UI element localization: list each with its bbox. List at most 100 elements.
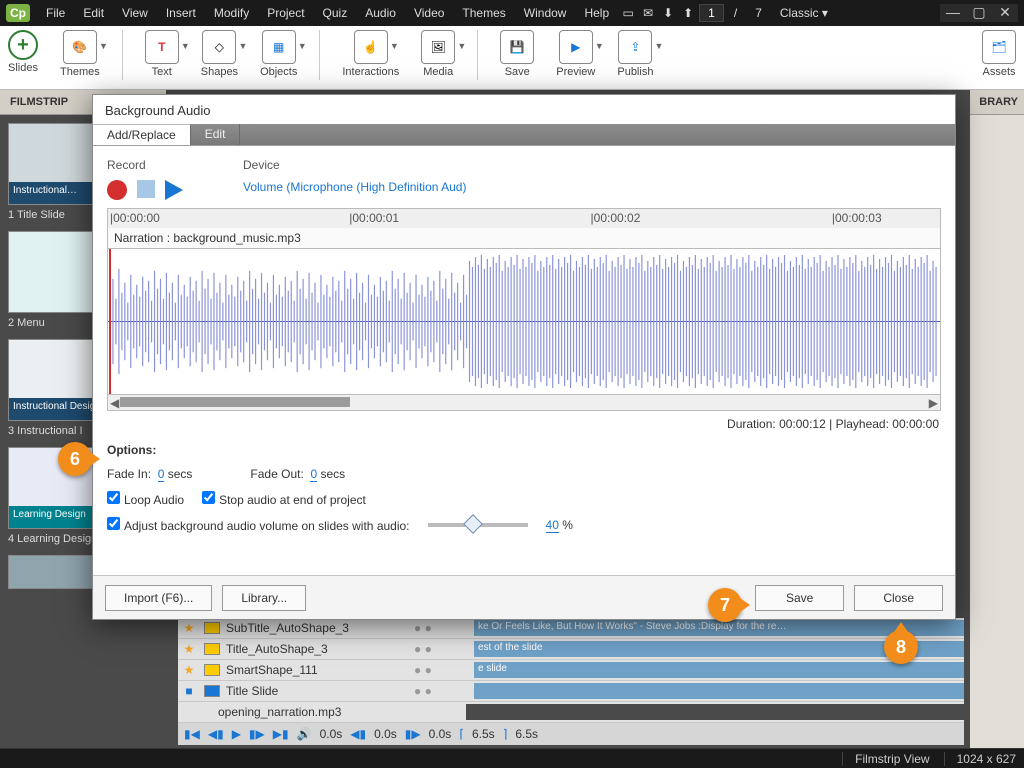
tl-stepback-icon[interactable]: ◀▮	[208, 727, 224, 741]
workspace-switcher[interactable]: Classic ▾	[772, 3, 836, 23]
page-sep: /	[726, 3, 745, 23]
volume-slider[interactable]	[428, 523, 528, 527]
ribbon-assets[interactable]: 🗂Assets	[982, 30, 1016, 78]
fade-in-value[interactable]: 0	[158, 467, 165, 482]
play-icon: ▶▼	[559, 30, 593, 64]
publish-icon: ⇪▼	[618, 30, 652, 64]
scroll-right-icon[interactable]: ▶	[929, 396, 938, 410]
menu-quiz[interactable]: Quiz	[315, 3, 356, 23]
status-dimensions: 1024 x 627	[944, 752, 1016, 766]
menu-insert[interactable]: Insert	[158, 3, 204, 23]
menu-audio[interactable]: Audio	[357, 3, 404, 23]
narration-label: Narration : background_music.mp3	[107, 228, 941, 249]
annotation-8: 8	[884, 630, 918, 664]
timeline-row[interactable]: ■Title Slide● ●	[178, 681, 964, 702]
playhead-cursor[interactable]	[109, 249, 111, 394]
stop-audio-checkbox[interactable]: Stop audio at end of project	[202, 491, 366, 507]
text-icon: T▼	[145, 30, 179, 64]
ribbon-interactions[interactable]: ☝▼Interactions	[342, 30, 399, 78]
waveform-display[interactable]	[107, 249, 941, 395]
ribbon-preview[interactable]: ▶▼Preview	[556, 30, 595, 78]
star-icon: ★	[178, 642, 200, 656]
close-button[interactable]: Close	[854, 585, 943, 611]
tab-edit[interactable]: Edit	[191, 124, 241, 145]
menu-view[interactable]: View	[114, 3, 156, 23]
scroll-left-icon[interactable]: ◀	[110, 396, 119, 410]
loop-audio-checkbox[interactable]: Loop Audio	[107, 491, 184, 507]
play-button[interactable]	[165, 180, 183, 200]
tl-speaker-icon[interactable]: 🔊	[297, 727, 312, 741]
assets-icon: 🗂	[982, 30, 1016, 64]
dialog-footer: Import (F6)... Library... Save Close	[93, 575, 955, 619]
record-button[interactable]	[107, 180, 127, 200]
ribbon-objects[interactable]: ▦▼Objects	[260, 30, 297, 78]
screen-icon[interactable]: ▭	[619, 6, 637, 20]
plus-icon: +	[8, 30, 38, 60]
status-bar: Filmstrip View 1024 x 627	[0, 748, 1024, 768]
tl-bracket-l-icon[interactable]: ⌈	[459, 727, 464, 741]
options-heading: Options:	[107, 443, 941, 457]
waveform-ruler: |00:00:00 |00:00:01 |00:00:02 |00:00:03	[107, 208, 941, 228]
ribbon-shapes[interactable]: ◇▼Shapes	[201, 30, 238, 78]
ribbon-slides[interactable]: +Slides	[8, 30, 38, 74]
tl-bracket-r-icon[interactable]: ⌉	[503, 727, 508, 741]
volume-percent[interactable]: 40	[546, 518, 559, 533]
status-view: Filmstrip View	[842, 752, 929, 766]
menu-bar: Cp File Edit View Insert Modify Project …	[0, 0, 1024, 26]
timeline-controls: ▮◀ ◀▮ ▶ ▮▶ ▶▮ 🔊 0.0s ◀▮ 0.0s ▮▶ 0.0s ⌈ 6…	[178, 723, 964, 745]
upload-icon[interactable]: ⬆	[679, 6, 697, 20]
window-minimize[interactable]: —	[940, 4, 966, 22]
waveform-scrollbar[interactable]: ◀ ▶	[107, 395, 941, 411]
window-close[interactable]: ✕	[992, 4, 1018, 22]
page-current[interactable]: 1	[699, 4, 724, 22]
timeline-row[interactable]: ★SubTitle_AutoShape_3● ●ke Or Feels Like…	[178, 618, 964, 639]
library-header: BRARY	[970, 90, 1024, 115]
timeline-row[interactable]: ★Title_AutoShape_3● ●est of the slide	[178, 639, 964, 660]
tl-stepfwd-icon[interactable]: ▮▶	[249, 727, 265, 741]
tl-play-icon[interactable]: ▶	[232, 727, 241, 741]
tab-add-replace[interactable]: Add/Replace	[93, 124, 191, 145]
window-maximize[interactable]: ▢	[966, 4, 992, 22]
app-logo: Cp	[6, 4, 30, 22]
ribbon-media[interactable]: 🖼▼Media	[421, 30, 455, 78]
menu-help[interactable]: Help	[576, 3, 617, 23]
menu-modify[interactable]: Modify	[206, 3, 257, 23]
ribbon-save[interactable]: 💾Save	[500, 30, 534, 78]
duration-readout: Duration: 00:00:12 | Playhead: 00:00:00	[107, 411, 941, 437]
tl-marker-a-icon[interactable]: ◀▮	[350, 727, 366, 741]
star-icon: ★	[178, 621, 200, 635]
fade-out-value[interactable]: 0	[310, 467, 317, 482]
menu-video[interactable]: Video	[406, 3, 452, 23]
import-button[interactable]: Import (F6)...	[105, 585, 212, 611]
timeline-panel: ★SubTitle_AutoShape_3● ●ke Or Feels Like…	[178, 618, 964, 738]
annotation-6: 6	[58, 442, 92, 476]
timeline-row[interactable]: ★SmartShape_111● ●e slide	[178, 660, 964, 681]
star-icon: ★	[178, 663, 200, 677]
stop-button[interactable]	[137, 180, 155, 198]
scrollbar-thumb[interactable]	[120, 397, 350, 407]
options-section: Options: Fade In: 0 secs Fade Out: 0 sec…	[107, 443, 941, 533]
slider-knob[interactable]	[463, 514, 483, 534]
library-panel: BRARY	[970, 90, 1024, 748]
tl-rewind-icon[interactable]: ▮◀	[184, 727, 200, 741]
download-icon[interactable]: ⬇	[659, 6, 677, 20]
adjust-volume-checkbox[interactable]: Adjust background audio volume on slides…	[107, 517, 410, 533]
ribbon-text[interactable]: T▼Text	[145, 30, 179, 78]
mail-icon[interactable]: ✉	[639, 6, 657, 20]
ribbon-themes[interactable]: 🎨▼Themes	[60, 30, 100, 78]
save-icon: 💾	[500, 30, 534, 64]
menu-edit[interactable]: Edit	[75, 3, 112, 23]
menu-project[interactable]: Project	[259, 3, 312, 23]
menu-themes[interactable]: Themes	[454, 3, 513, 23]
device-link[interactable]: Volume (Microphone (High Definition Aud)	[243, 180, 466, 194]
timeline-row-audio[interactable]: opening_narration.mp3	[178, 702, 964, 723]
menu-window[interactable]: Window	[516, 3, 575, 23]
menu-file[interactable]: File	[38, 3, 73, 23]
tl-end-icon[interactable]: ▶▮	[273, 727, 289, 741]
tl-marker-b-icon[interactable]: ▮▶	[405, 727, 421, 741]
ribbon-publish[interactable]: ⇪▼Publish	[617, 30, 653, 78]
library-button[interactable]: Library...	[222, 585, 306, 611]
save-button[interactable]: Save	[755, 585, 844, 611]
hand-icon: ☝▼	[354, 30, 388, 64]
page-total: 7	[747, 3, 770, 23]
